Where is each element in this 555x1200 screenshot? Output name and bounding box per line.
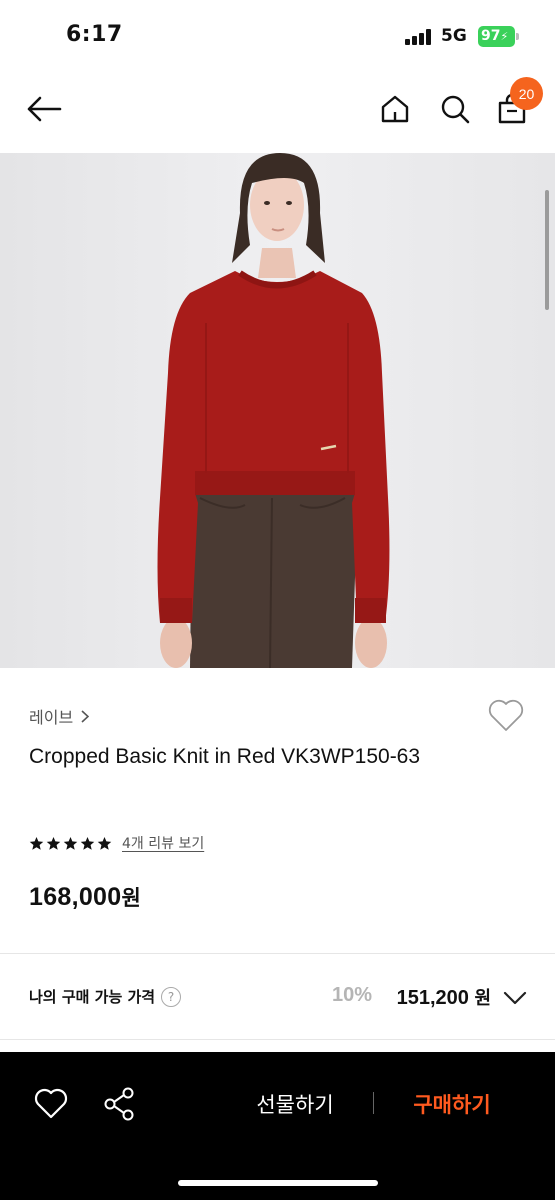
brand-link[interactable]: 레이브 xyxy=(29,704,90,728)
battery-icon: 97⚡ xyxy=(478,26,519,47)
back-arrow-icon xyxy=(27,96,62,122)
star-icon xyxy=(97,836,112,850)
home-indicator[interactable] xyxy=(178,1180,378,1186)
star-icon xyxy=(29,836,44,850)
bottom-action-bar: 선물하기 구매하기 xyxy=(0,1052,555,1200)
divider xyxy=(0,1039,555,1040)
buy-button[interactable]: 구매하기 xyxy=(392,1084,512,1124)
cart-count-badge: 20 xyxy=(510,77,543,110)
brand-name: 레이브 xyxy=(29,708,74,727)
expand-button[interactable] xyxy=(501,985,529,1009)
separator xyxy=(373,1092,374,1114)
sale-price: 151,200 원 xyxy=(397,984,491,1010)
my-price-text: 나의 구매 가능 가격 xyxy=(29,988,156,1006)
heart-icon xyxy=(488,699,524,731)
share-button[interactable] xyxy=(100,1084,140,1124)
product-photo xyxy=(0,153,555,668)
divider xyxy=(0,953,555,954)
sale-price-unit: 원 xyxy=(474,988,491,1009)
sale-price-value: 151,200 xyxy=(396,987,469,1009)
status-bar: 6:17 5G 97⚡ xyxy=(0,0,555,75)
my-price-row[interactable]: 나의 구매 가능 가격 ? 10% 151,200 원 xyxy=(0,955,555,1039)
price-unit: 원 xyxy=(121,886,142,910)
price-value: 168,000 xyxy=(29,883,122,911)
search-icon xyxy=(441,95,470,124)
like-button[interactable] xyxy=(31,1084,71,1124)
discount-rate: 10% xyxy=(331,984,372,1006)
back-button[interactable] xyxy=(22,87,66,131)
search-button[interactable] xyxy=(433,87,477,131)
chevron-right-icon xyxy=(81,709,90,723)
product-image[interactable] xyxy=(0,153,555,668)
status-time: 6:17 xyxy=(66,22,123,47)
network-label: 5G xyxy=(441,26,467,46)
battery-level: 97 xyxy=(481,28,501,44)
product-title: Cropped Basic Knit in Red VK3WP150-63 xyxy=(29,745,421,768)
rating-stars xyxy=(29,836,112,851)
rating: 4개 리뷰 보기 xyxy=(29,833,204,853)
help-icon[interactable]: ? xyxy=(161,986,182,1007)
home-icon xyxy=(381,95,409,123)
star-icon xyxy=(80,836,95,850)
scrollbar[interactable] xyxy=(545,190,549,310)
my-price-label: 나의 구매 가능 가격 ? xyxy=(29,986,182,1007)
heart-icon xyxy=(34,1088,68,1119)
share-icon xyxy=(104,1087,134,1121)
top-nav xyxy=(0,75,555,153)
star-icon xyxy=(46,836,61,850)
review-link[interactable]: 4개 리뷰 보기 xyxy=(122,833,204,853)
chevron-down-icon xyxy=(503,991,527,1005)
product-price: 168,000원 xyxy=(29,882,141,912)
wishlist-button[interactable] xyxy=(486,695,526,735)
signal-icon xyxy=(405,29,435,45)
star-icon xyxy=(63,836,78,850)
home-button[interactable] xyxy=(373,87,417,131)
gift-button[interactable]: 선물하기 xyxy=(230,1084,360,1124)
